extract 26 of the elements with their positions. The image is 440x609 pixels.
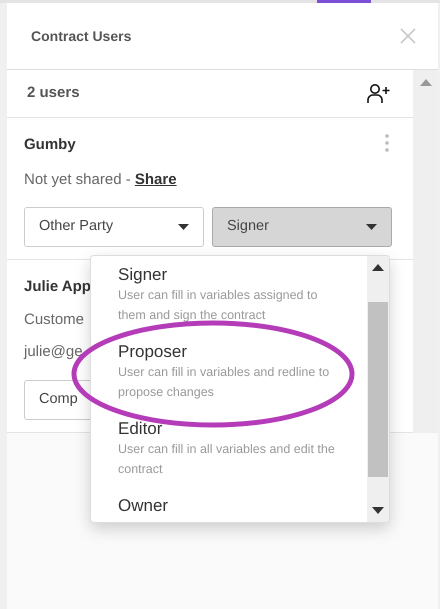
role-select[interactable]: Signer <box>212 207 392 247</box>
active-tab-indicator <box>317 0 371 3</box>
user-detail: julie@ge <box>24 342 83 362</box>
party-select[interactable]: Other Party <box>24 207 204 247</box>
user-count: 2 users <box>27 83 80 104</box>
caret-icon <box>366 224 377 230</box>
add-user-icon[interactable] <box>367 82 391 104</box>
role-description: User can fill in variables and redline to propose changes <box>118 364 330 401</box>
close-icon[interactable] <box>400 28 416 44</box>
role-description: User can fill in all variables and edit the contract <box>118 441 336 478</box>
role-option[interactable]: Editor <box>118 418 367 439</box>
role-option[interactable]: Proposer <box>118 341 367 362</box>
share-link[interactable]: Share <box>134 170 177 188</box>
role-description: User can fill in variables assigned to them and sign the contract <box>118 287 318 324</box>
scroll-up-arrow-icon[interactable] <box>372 264 384 271</box>
user-detail: Custome <box>24 310 84 330</box>
user-name: Julie App <box>24 277 91 297</box>
user-name: Gumby <box>24 135 76 155</box>
role-option[interactable]: Signer <box>118 264 367 285</box>
scrollbar-thumb[interactable] <box>368 302 388 476</box>
share-status: Not yet shared - Share <box>24 170 178 190</box>
caret-icon <box>178 224 189 230</box>
more-options-icon[interactable] <box>385 134 389 152</box>
scroll-down-arrow-icon[interactable] <box>372 507 384 514</box>
panel-title: Contract Users <box>31 26 132 46</box>
role-option[interactable]: Owner <box>118 495 367 516</box>
